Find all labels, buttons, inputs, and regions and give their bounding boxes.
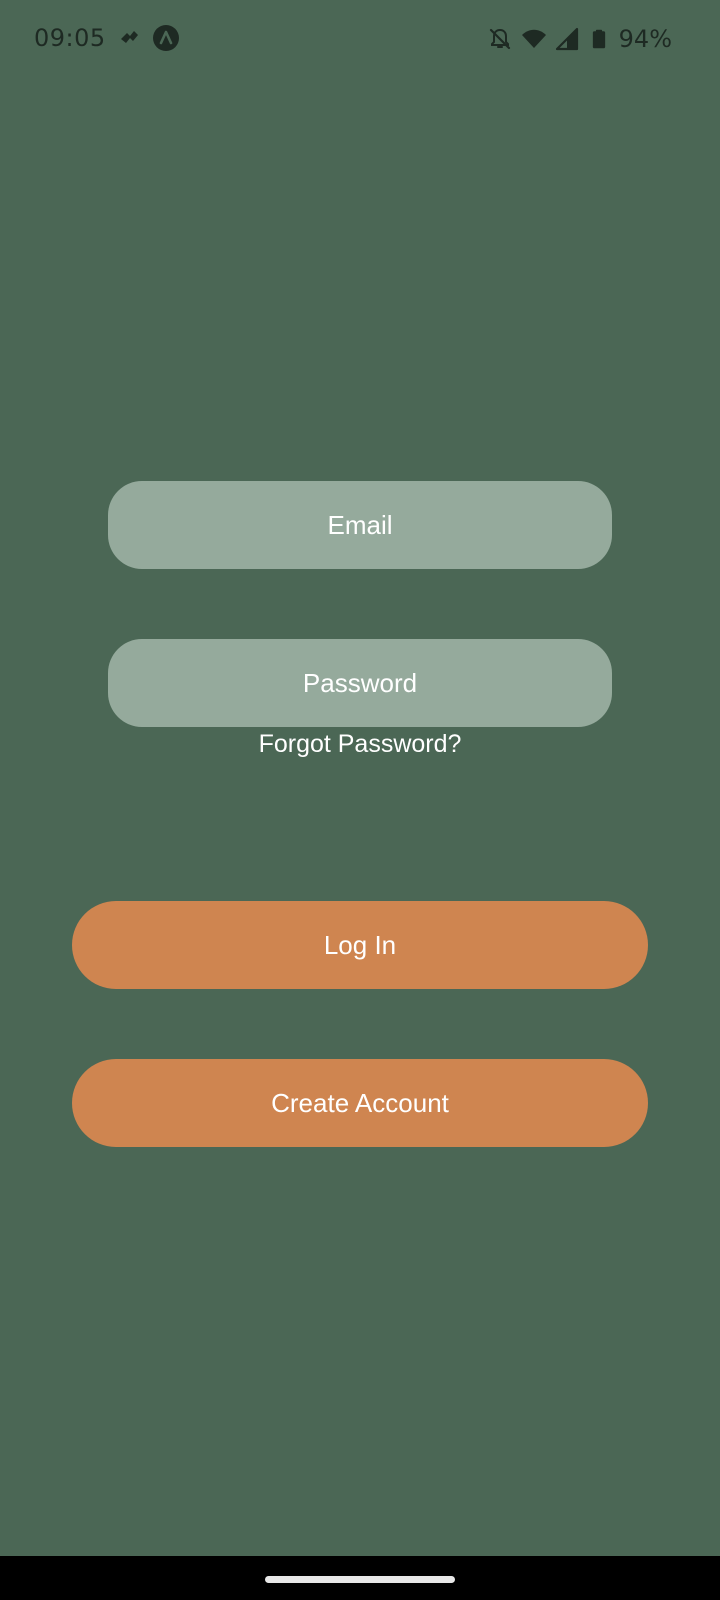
notifications-off-icon (489, 28, 510, 50)
login-screen: 09:05 94% Email Forgot Password? Log In … (0, 0, 720, 1556)
home-indicator[interactable] (265, 1576, 455, 1583)
forgot-password-link[interactable]: Forgot Password? (0, 730, 720, 759)
email-field[interactable] (108, 481, 612, 569)
battery-percentage: 94% (618, 25, 672, 53)
status-icons: 94% (487, 22, 672, 56)
battery-icon (592, 29, 605, 49)
navigation-app-icon (152, 24, 180, 52)
password-field[interactable] (108, 639, 612, 727)
create-account-button[interactable]: Create Account (72, 1059, 648, 1147)
wifi-icon (521, 29, 546, 48)
navigation-bar (0, 1556, 720, 1600)
cellular-signal-icon (555, 27, 578, 51)
activity-app-icon (116, 24, 144, 52)
login-button[interactable]: Log In (72, 901, 648, 989)
status-bar: 09:05 94% (0, 0, 720, 80)
status-time: 09:05 (34, 24, 106, 52)
